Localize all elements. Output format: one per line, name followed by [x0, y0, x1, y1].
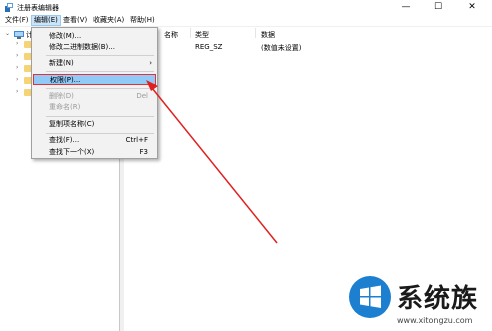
- menu-file[interactable]: 文件(F): [3, 15, 31, 26]
- menu-favorites[interactable]: 收藏夹(A): [91, 15, 126, 26]
- title-bar: 注册表编辑器 — ☐ ✕: [0, 0, 492, 14]
- menu-separator: [46, 133, 154, 134]
- computer-icon: [14, 31, 24, 39]
- column-header-type[interactable]: 类型: [195, 30, 209, 40]
- menu-separator: [46, 55, 154, 56]
- edit-menu-dropdown: 修改(M)... 修改二进制数据(B)... 新建(N) › 权限(P)... …: [31, 27, 158, 159]
- menu-item-new[interactable]: 新建(N) ›: [33, 58, 156, 69]
- menu-separator: [46, 71, 154, 72]
- expand-icon[interactable]: ›: [16, 89, 22, 95]
- windows-logo-icon: [349, 276, 391, 318]
- value-type: REG_SZ: [195, 43, 223, 51]
- collapse-icon[interactable]: ⌄: [5, 31, 11, 37]
- tree-item[interactable]: ›: [0, 63, 34, 74]
- menu-item-permissions[interactable]: 权限(P)...: [33, 74, 156, 85]
- menu-item-modify[interactable]: 修改(M)...: [33, 31, 156, 42]
- submenu-arrow-icon: ›: [149, 59, 152, 67]
- shortcut-find: Ctrl+F: [125, 136, 148, 144]
- window-title: 注册表编辑器: [17, 4, 59, 12]
- menu-separator: [46, 88, 154, 89]
- menu-item-rename[interactable]: 重命名(R): [33, 102, 156, 113]
- expand-icon[interactable]: ›: [16, 41, 22, 47]
- expand-icon[interactable]: ›: [16, 77, 22, 83]
- shortcut-find-next: F3: [139, 148, 148, 156]
- menu-item-modify-binary[interactable]: 修改二进制数据(B)...: [33, 42, 156, 53]
- shortcut-delete: Del: [136, 92, 148, 100]
- menu-item-find[interactable]: 查找(F)... Ctrl+F: [33, 135, 156, 146]
- close-button[interactable]: ✕: [458, 0, 486, 14]
- column-divider[interactable]: [255, 28, 256, 38]
- tree-item[interactable]: ›: [0, 75, 34, 86]
- minimize-button[interactable]: —: [392, 0, 420, 14]
- menu-item-find-next[interactable]: 查找下一个(X) F3: [33, 147, 156, 158]
- menu-separator: [46, 116, 154, 117]
- tree-item[interactable]: ›: [0, 87, 34, 98]
- watermark: 系统族 www.xitongzu.com: [345, 270, 492, 331]
- value-data: (数值未设置): [261, 44, 302, 52]
- watermark-text: 系统族: [397, 284, 479, 314]
- menu-edit[interactable]: 编辑(E): [31, 15, 61, 26]
- menu-view[interactable]: 查看(V): [61, 15, 89, 26]
- watermark-url: www.xitongzu.com: [397, 316, 473, 325]
- column-header-data[interactable]: 数据: [261, 30, 275, 40]
- regedit-icon: [5, 3, 13, 12]
- menu-item-delete[interactable]: 删除(D) Del: [33, 91, 156, 102]
- expand-icon[interactable]: ›: [16, 53, 22, 59]
- column-divider[interactable]: [190, 28, 191, 38]
- tree-item[interactable]: ›: [0, 39, 34, 50]
- menu-item-copy-key-name[interactable]: 复制项名称(C): [33, 119, 156, 130]
- menu-help[interactable]: 帮助(H): [128, 15, 157, 26]
- maximize-button[interactable]: ☐: [424, 0, 452, 14]
- table-row[interactable]: REG_SZ (数值未设置): [124, 42, 492, 53]
- menu-bar: 文件(F) 编辑(E) 查看(V) 收藏夹(A) 帮助(H): [0, 14, 492, 27]
- column-header-name[interactable]: 名称: [164, 30, 178, 40]
- expand-icon[interactable]: ›: [16, 65, 22, 71]
- tree-item[interactable]: ›: [0, 51, 34, 62]
